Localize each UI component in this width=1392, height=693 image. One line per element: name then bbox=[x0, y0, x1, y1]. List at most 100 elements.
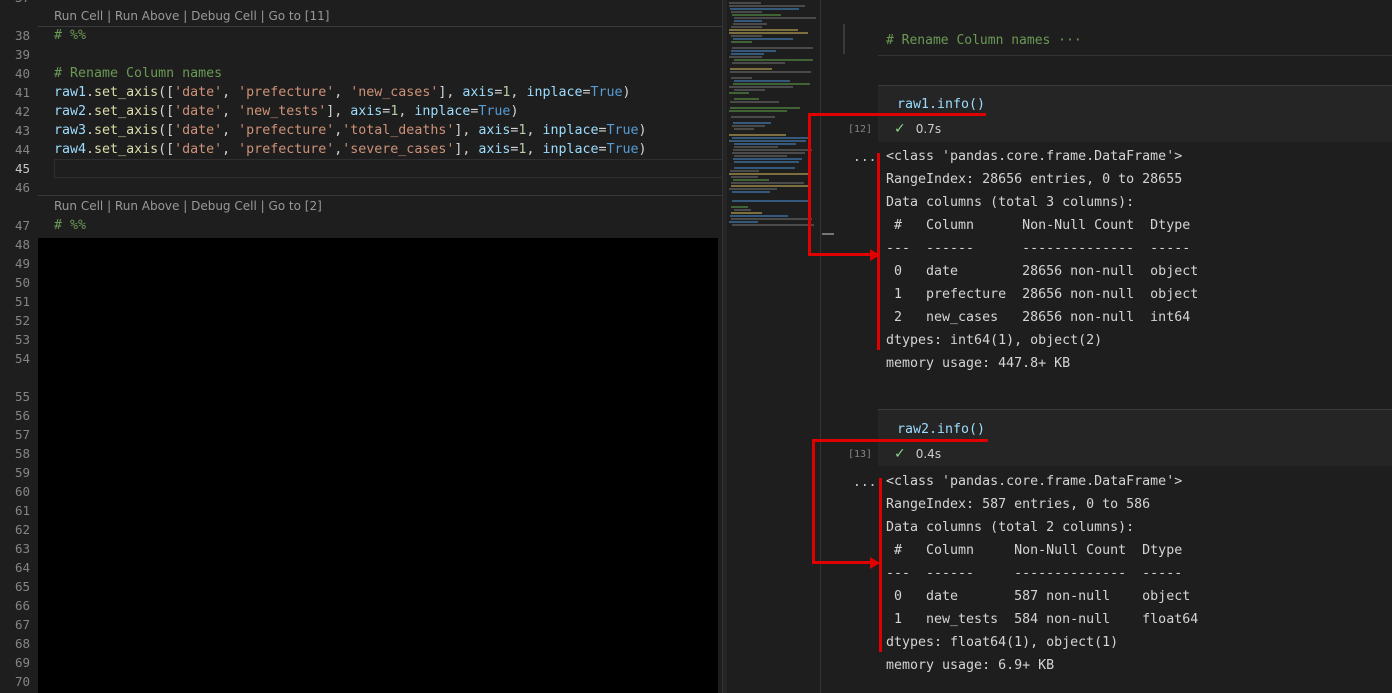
minimap-line bbox=[729, 32, 808, 34]
code-token: raw1 bbox=[54, 85, 87, 100]
line-number: 51 bbox=[14, 294, 30, 309]
code-line-comment[interactable]: # Rename Column names bbox=[54, 64, 222, 83]
annotation-underline bbox=[812, 439, 988, 442]
current-line-highlight[interactable] bbox=[54, 159, 722, 178]
code-token: , bbox=[398, 104, 415, 119]
minimap-line bbox=[731, 11, 762, 13]
line-number: 48 bbox=[14, 237, 30, 252]
line-number: 70 bbox=[14, 674, 30, 689]
check-icon: ✓ bbox=[894, 446, 906, 462]
code-token: True bbox=[590, 85, 623, 100]
code-token: ([ bbox=[158, 123, 175, 138]
code-line[interactable]: # %% bbox=[54, 216, 86, 235]
line-number: 69 bbox=[14, 655, 30, 670]
line-number: 57 bbox=[14, 427, 30, 442]
codelens-cell-2[interactable]: Run Cell | Run Above | Debug Cell | Go t… bbox=[54, 197, 322, 216]
cell-source[interactable]: raw1.info() bbox=[897, 97, 985, 112]
code-line-set-axis-raw4[interactable]: raw4.set_axis(['date', 'prefecture', 'sev… bbox=[54, 140, 647, 159]
minimap-line bbox=[731, 185, 808, 187]
line-number: 62 bbox=[14, 522, 30, 537]
output-line: memory usage: 447.8+ KB bbox=[886, 356, 1071, 371]
line-number: 56 bbox=[14, 408, 30, 423]
code-token: 'prefecture' bbox=[238, 123, 335, 138]
output-line: Data columns (total 2 columns): bbox=[886, 520, 1135, 535]
scrollbar-thumb[interactable] bbox=[822, 233, 834, 235]
minimap-line bbox=[734, 209, 751, 211]
minimap-line bbox=[731, 212, 762, 214]
minimap-line bbox=[729, 173, 811, 175]
annotation-line bbox=[812, 439, 815, 563]
code-token: True bbox=[478, 104, 511, 119]
code-editor[interactable]: 37 Run Cell | Run Above | Debug Cell | G… bbox=[0, 0, 722, 693]
code-token: inplace bbox=[414, 104, 471, 119]
line-number: 55 bbox=[14, 389, 30, 404]
code-token: ([ bbox=[158, 85, 175, 100]
vertical-scrollbar[interactable] bbox=[820, 0, 835, 693]
cell-focus-bar bbox=[843, 24, 845, 54]
code-token: , bbox=[222, 142, 239, 157]
code-token: True bbox=[606, 123, 639, 138]
code-token: ) bbox=[638, 123, 647, 138]
line-number: 42 bbox=[14, 104, 30, 119]
code-token: , bbox=[526, 142, 543, 157]
cell-source[interactable]: raw2.info() bbox=[897, 422, 985, 437]
minimap-line bbox=[734, 155, 787, 157]
minimap-line bbox=[733, 38, 793, 40]
code-line-set-axis-raw1[interactable]: raw1.set_axis(['date', 'prefecture', 'ne… bbox=[54, 83, 631, 102]
line-number: 65 bbox=[14, 579, 30, 594]
line-number: 43 bbox=[14, 123, 30, 138]
code-token: True bbox=[606, 142, 639, 157]
minimap-line bbox=[731, 53, 764, 55]
minimap-line bbox=[733, 23, 767, 25]
code-line-set-axis-raw2[interactable]: raw2.set_axis(['date', 'new_tests'], axi… bbox=[54, 102, 518, 121]
minimap-line bbox=[732, 152, 805, 154]
minimap-line bbox=[729, 86, 793, 88]
line-number: 66 bbox=[14, 598, 30, 613]
output-line: Data columns (total 3 columns): bbox=[886, 195, 1135, 210]
code-token: raw1.info() bbox=[897, 97, 986, 112]
minimap-line bbox=[732, 125, 765, 127]
output-line: # Column Non-Null Count Dtype bbox=[886, 543, 1199, 558]
execution-status: ✓ 0.4s bbox=[894, 446, 941, 462]
code-token: 'total_deaths' bbox=[342, 123, 455, 138]
output-line: # Column Non-Null Count Dtype bbox=[886, 218, 1199, 233]
code-token: raw2 bbox=[54, 104, 87, 119]
minimap-line bbox=[732, 47, 813, 49]
cell-separator bbox=[38, 26, 722, 27]
code-token: ], bbox=[454, 142, 479, 157]
code-token: inplace bbox=[542, 142, 599, 157]
minimap-line bbox=[730, 68, 772, 70]
line-number: 63 bbox=[14, 541, 30, 556]
code-token: 'prefecture' bbox=[238, 142, 335, 157]
code-token: ], bbox=[454, 123, 479, 138]
output-line: --- ------ -------------- ----- bbox=[886, 241, 1199, 256]
codelens-cell-1[interactable]: Run Cell | Run Above | Debug Cell | Go t… bbox=[54, 7, 329, 26]
code-token: ) bbox=[638, 142, 647, 157]
markdown-heading[interactable]: # Rename Column names ··· bbox=[886, 33, 1082, 48]
line-number: 52 bbox=[14, 313, 30, 328]
minimap[interactable] bbox=[727, 0, 820, 693]
minimap-line bbox=[731, 77, 752, 79]
output-actions-icon[interactable]: ... bbox=[853, 150, 876, 165]
minimap-line bbox=[730, 215, 788, 217]
minimap-line bbox=[732, 224, 814, 226]
minimap-line bbox=[734, 17, 816, 19]
code-line[interactable]: # %% bbox=[54, 26, 86, 45]
line-number: 60 bbox=[14, 484, 30, 499]
output-line: 0 date 28656 non-null object bbox=[886, 264, 1199, 279]
code-cell-13[interactable] bbox=[878, 409, 1392, 466]
minimap-line bbox=[729, 56, 762, 58]
minimap-line bbox=[732, 200, 810, 202]
code-token: , bbox=[510, 85, 527, 100]
minimap-line bbox=[730, 107, 800, 109]
minimap-line bbox=[733, 158, 802, 160]
code-token: axis bbox=[478, 142, 511, 157]
line-number: 58 bbox=[14, 446, 30, 461]
code-token: ) bbox=[622, 85, 631, 100]
code-line-set-axis-raw3[interactable]: raw3.set_axis(['date', 'prefecture', 'tot… bbox=[54, 121, 647, 140]
output-actions-icon[interactable]: ... bbox=[853, 475, 876, 490]
code-token: . bbox=[86, 142, 95, 157]
minimap-line bbox=[729, 5, 805, 7]
output-line: RangeIndex: 587 entries, 0 to 586 bbox=[886, 497, 1151, 512]
minimap-line bbox=[732, 137, 810, 139]
